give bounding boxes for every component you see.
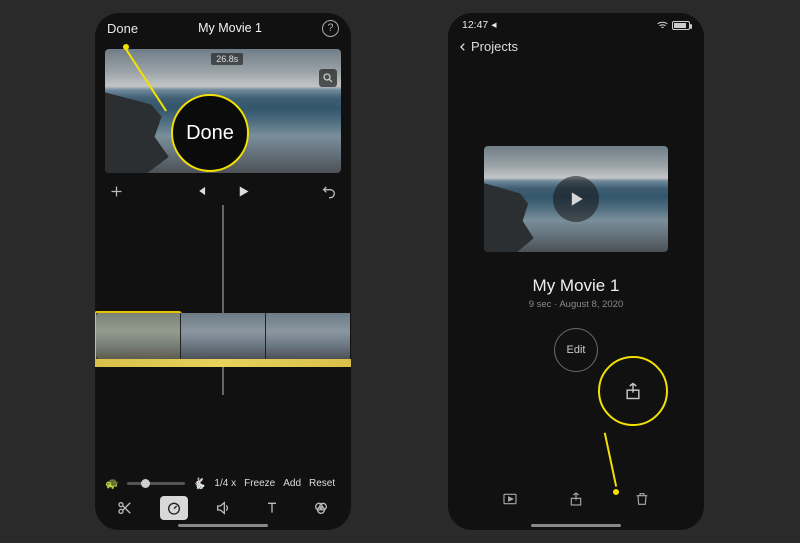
project-card: My Movie 1 9 sec · August 8, 2020 Edit	[482, 146, 670, 372]
transport-bar	[95, 173, 351, 205]
speedometer-icon[interactable]	[160, 496, 188, 520]
freeze-button[interactable]: Freeze	[244, 478, 275, 489]
trash-icon[interactable]	[631, 488, 653, 510]
filters-icon[interactable]	[307, 496, 335, 520]
wifi-icon	[656, 19, 669, 32]
back-label: Projects	[471, 39, 518, 54]
skip-start-icon[interactable]	[194, 184, 208, 198]
back-button[interactable]: Projects	[448, 37, 704, 56]
clip-3[interactable]	[265, 313, 350, 359]
volume-icon[interactable]	[209, 496, 237, 520]
reset-button[interactable]: Reset	[309, 478, 335, 489]
play-rect-icon[interactable]	[499, 488, 521, 510]
project-title: My Movie 1	[533, 276, 620, 296]
speed-slider-knob[interactable]	[141, 479, 150, 488]
add-media-icon[interactable]	[109, 184, 124, 199]
play-overlay-icon[interactable]	[553, 176, 599, 222]
edit-toolbar	[95, 496, 351, 520]
titles-icon[interactable]	[258, 496, 286, 520]
video-track[interactable]	[95, 313, 351, 359]
video-preview[interactable]: 26.8s	[105, 49, 341, 173]
preview-image	[105, 49, 341, 173]
project-meta: 9 sec · August 8, 2020	[529, 299, 624, 310]
edit-button[interactable]: Edit	[554, 328, 598, 372]
home-indicator[interactable]	[178, 524, 268, 527]
done-button[interactable]: Done	[107, 21, 138, 36]
hare-icon: 🐇	[193, 477, 207, 490]
timeline[interactable]	[95, 205, 351, 395]
editor-header: Done My Movie 1 ?	[95, 13, 351, 43]
help-icon[interactable]: ?	[322, 20, 339, 37]
bottom-action-bar	[448, 488, 704, 510]
projects-screen: 12:47 ◂ Projects My Movie 1 9 sec · Augu…	[448, 13, 704, 530]
status-time: 12:47 ◂	[462, 19, 496, 31]
editor-screen: Done My Movie 1 ? 26.8s	[95, 13, 351, 530]
add-button[interactable]: Add	[283, 478, 301, 489]
tortoise-icon: 🐢	[105, 477, 119, 490]
project-title-header: My Movie 1	[198, 21, 262, 35]
speed-controls: 🐢 🐇 1/4 x Freeze Add Reset	[95, 477, 351, 490]
clip-2[interactable]	[180, 313, 265, 359]
audio-track[interactable]	[95, 359, 351, 367]
speed-slider[interactable]	[127, 482, 185, 485]
status-bar: 12:47 ◂	[448, 13, 704, 37]
zoom-icon[interactable]	[319, 69, 337, 87]
project-thumbnail[interactable]	[484, 146, 668, 252]
project-actions: Edit	[554, 328, 598, 372]
battery-icon	[672, 21, 690, 30]
clip-1[interactable]	[95, 313, 180, 359]
scissors-icon[interactable]	[111, 496, 139, 520]
play-icon[interactable]	[236, 184, 251, 199]
speed-ratio-label: 1/4 x	[214, 478, 236, 489]
clip-duration-badge: 26.8s	[211, 53, 243, 65]
undo-icon[interactable]	[321, 183, 337, 199]
share-icon[interactable]	[565, 488, 587, 510]
home-indicator[interactable]	[531, 524, 621, 527]
